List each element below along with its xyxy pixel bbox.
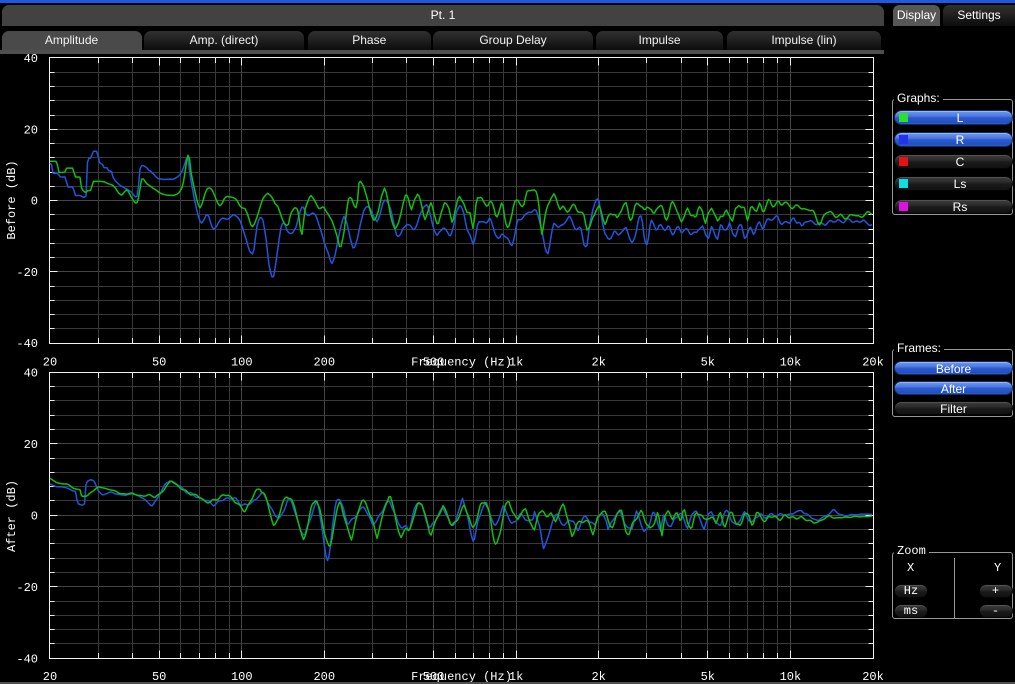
svg-text:0: 0 [31, 510, 38, 524]
svg-text:40: 40 [24, 366, 38, 380]
svg-text:-40: -40 [16, 337, 38, 351]
svg-text:After (dB): After (dB) [5, 480, 19, 552]
svg-text:-20: -20 [16, 266, 38, 280]
svg-text:5k: 5k [701, 356, 715, 370]
svg-text:1k: 1k [509, 356, 523, 370]
svg-text:20: 20 [24, 438, 38, 452]
svg-text:0: 0 [31, 195, 38, 209]
svg-text:20: 20 [24, 123, 38, 137]
svg-text:10k: 10k [780, 356, 802, 370]
svg-text:2k: 2k [591, 356, 605, 370]
svg-text:50: 50 [152, 356, 166, 370]
svg-text:20: 20 [43, 356, 57, 370]
svg-text:100: 100 [231, 356, 253, 370]
svg-text:20k: 20k [862, 356, 884, 370]
svg-text:Before (dB): Before (dB) [5, 160, 19, 239]
svg-text:200: 200 [313, 356, 335, 370]
svg-text:-40: -40 [16, 653, 38, 667]
svg-text:500: 500 [423, 356, 445, 370]
svg-text:40: 40 [24, 52, 38, 66]
svg-text:-20: -20 [16, 581, 38, 595]
